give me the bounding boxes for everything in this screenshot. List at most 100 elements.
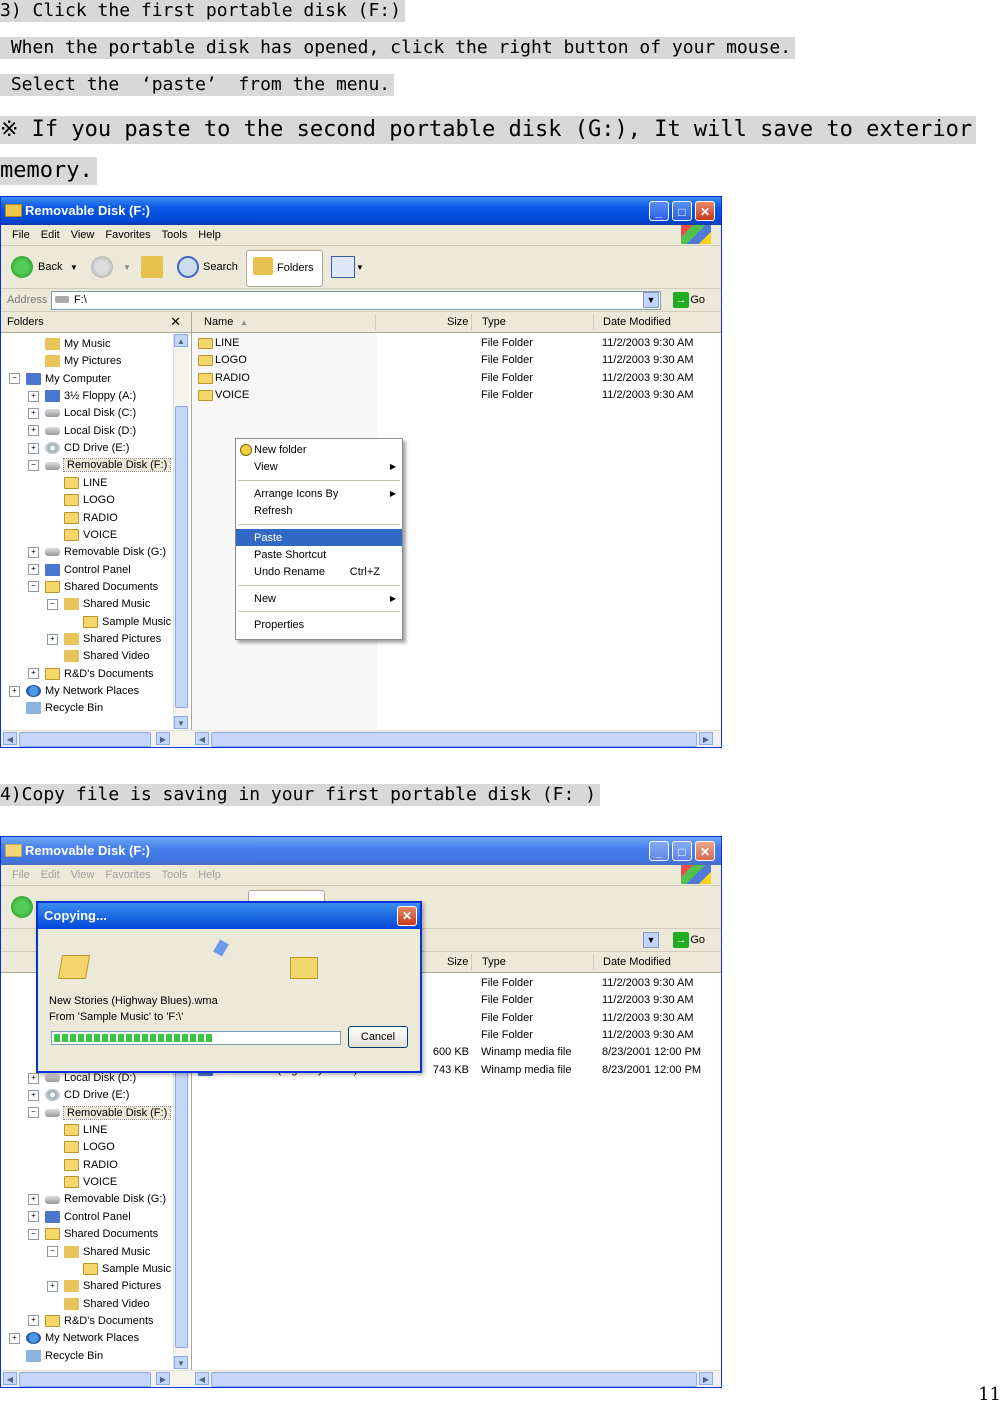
scroll-left-icon[interactable]: ◀ bbox=[195, 1372, 209, 1385]
menu-item-refresh[interactable]: Refresh bbox=[236, 502, 402, 519]
menu-tools[interactable]: Tools bbox=[162, 869, 188, 881]
column-date-modified[interactable]: Date Modified bbox=[603, 956, 671, 968]
menu-item-paste[interactable]: Paste bbox=[236, 528, 402, 546]
tree-item[interactable]: + Removable Disk (G:) bbox=[28, 1193, 166, 1210]
tree-item[interactable]: + Local Disk (D:) bbox=[28, 425, 136, 442]
address-dropdown-icon[interactable]: ▼ bbox=[643, 292, 659, 308]
maximize-button[interactable]: □ bbox=[672, 841, 692, 861]
scroll-thumb[interactable] bbox=[175, 406, 188, 708]
tree-item[interactable]: VOICE bbox=[47, 1176, 117, 1193]
expand-icon[interactable]: + bbox=[9, 685, 20, 697]
scroll-thumb[interactable] bbox=[175, 1046, 188, 1348]
collapse-icon[interactable]: − bbox=[28, 460, 39, 472]
expand-icon[interactable]: + bbox=[28, 1089, 39, 1101]
collapse-icon[interactable]: − bbox=[28, 1228, 39, 1240]
expand-icon[interactable]: + bbox=[28, 1072, 39, 1084]
go-button[interactable]: Go bbox=[690, 934, 705, 946]
tree-item[interactable]: + Local Disk (D:) bbox=[28, 1072, 136, 1089]
menu-item-paste-shortcut[interactable]: Paste Shortcut bbox=[236, 546, 402, 563]
tree-item[interactable]: + R&D's Documents bbox=[28, 1315, 154, 1332]
dialog-close-button[interactable]: ✕ bbox=[397, 906, 417, 926]
folders-button[interactable]: Folders bbox=[246, 250, 323, 287]
expand-icon[interactable]: + bbox=[28, 425, 39, 437]
file-row[interactable]: VOICE File Folder 11/2/2003 9:30 AM bbox=[192, 387, 721, 404]
expand-icon[interactable]: + bbox=[28, 546, 39, 558]
tree-item[interactable]: LOGO bbox=[47, 494, 115, 511]
menu-help[interactable]: Help bbox=[198, 229, 221, 241]
tree-item[interactable]: Recycle Bin bbox=[9, 702, 103, 719]
minimize-button[interactable]: _ bbox=[649, 201, 669, 221]
go-button[interactable]: Go bbox=[690, 294, 705, 306]
views-icon[interactable] bbox=[331, 256, 355, 278]
file-row[interactable]: RADIO File Folder 11/2/2003 9:30 AM bbox=[192, 370, 721, 387]
file-row[interactable]: LINE File Folder 11/2/2003 9:30 AM bbox=[192, 335, 721, 352]
scroll-thumb[interactable] bbox=[19, 732, 151, 747]
scroll-right-icon[interactable]: ▶ bbox=[156, 732, 170, 745]
minimize-button[interactable]: _ bbox=[649, 841, 669, 861]
tree-item[interactable]: + CD Drive (E:) bbox=[28, 1089, 129, 1106]
menu-favorites[interactable]: Favorites bbox=[105, 869, 150, 881]
expand-icon[interactable]: + bbox=[47, 633, 58, 645]
tree-item[interactable]: Sample Music bbox=[66, 616, 171, 633]
scroll-right-icon[interactable]: ▶ bbox=[699, 1372, 713, 1385]
expand-icon[interactable]: + bbox=[9, 1332, 20, 1344]
tree-item[interactable]: + Control Panel bbox=[28, 564, 131, 581]
tree-item[interactable]: + Control Panel bbox=[28, 1211, 131, 1228]
collapse-icon[interactable]: − bbox=[28, 581, 39, 593]
scroll-left-icon[interactable]: ◀ bbox=[3, 732, 17, 745]
expand-icon[interactable]: + bbox=[28, 668, 39, 680]
collapse-icon[interactable]: − bbox=[28, 1107, 39, 1119]
back-dropdown-icon[interactable]: ▼ bbox=[70, 263, 78, 272]
column-date-modified[interactable]: Date Modified bbox=[603, 316, 671, 328]
tree-item[interactable]: + Local Disk (C:) bbox=[28, 407, 136, 424]
scroll-right-icon[interactable]: ▶ bbox=[699, 732, 713, 745]
tree-item[interactable]: Sample Music bbox=[66, 1263, 171, 1280]
tree-item[interactable]: RADIO bbox=[47, 1159, 118, 1176]
tree-item[interactable]: LINE bbox=[47, 1124, 107, 1141]
scroll-thumb[interactable] bbox=[211, 1372, 697, 1387]
tree-item[interactable]: Shared Video bbox=[47, 650, 149, 667]
tree-item[interactable]: − My Computer bbox=[9, 373, 111, 390]
close-button[interactable]: ✕ bbox=[695, 841, 715, 861]
go-arrow-icon[interactable]: → bbox=[673, 292, 689, 308]
column-size[interactable]: Size bbox=[447, 316, 468, 328]
horizontal-scrollbar[interactable]: ◀ ▶ ◀ ▶ bbox=[1, 730, 721, 747]
address-dropdown-icon[interactable]: ▼ bbox=[643, 932, 659, 948]
scroll-right-icon[interactable]: ▶ bbox=[156, 1372, 170, 1385]
tree-item[interactable]: + Shared Pictures bbox=[47, 633, 161, 650]
scroll-up-icon[interactable]: ▲ bbox=[174, 334, 188, 347]
views-dropdown-icon[interactable]: ▼ bbox=[356, 263, 364, 272]
tree-item[interactable]: My Music bbox=[28, 338, 110, 355]
back-arrow-icon[interactable] bbox=[11, 256, 33, 278]
tree-item[interactable]: − Removable Disk (F:) bbox=[28, 458, 172, 476]
column-name[interactable]: Name bbox=[204, 316, 233, 328]
menu-edit[interactable]: Edit bbox=[41, 229, 60, 241]
tree-item[interactable]: + My Network Places bbox=[9, 1332, 139, 1349]
scroll-left-icon[interactable]: ◀ bbox=[3, 1372, 17, 1385]
tree-item[interactable]: + R&D's Documents bbox=[28, 668, 154, 685]
column-type[interactable]: Type bbox=[482, 956, 506, 968]
tree-item[interactable]: − Shared Documents bbox=[28, 581, 158, 598]
scroll-thumb[interactable] bbox=[19, 1372, 151, 1387]
tree-item[interactable]: + CD Drive (E:) bbox=[28, 442, 129, 459]
menu-help[interactable]: Help bbox=[198, 869, 221, 881]
menu-favorites[interactable]: Favorites bbox=[105, 229, 150, 241]
expand-icon[interactable]: + bbox=[28, 1315, 39, 1327]
close-pane-icon[interactable]: ✕ bbox=[170, 314, 181, 330]
tree-item[interactable]: − Shared Music bbox=[47, 1246, 150, 1263]
expand-icon[interactable]: + bbox=[28, 564, 39, 576]
forward-arrow-icon[interactable] bbox=[91, 256, 113, 278]
menu-item-undo-rename[interactable]: Undo Rename Ctrl+Z bbox=[236, 563, 402, 580]
scroll-left-icon[interactable]: ◀ bbox=[195, 732, 209, 745]
expand-icon[interactable]: + bbox=[28, 407, 39, 419]
menu-item-properties[interactable]: Properties bbox=[236, 616, 402, 633]
tree-item[interactable]: + Removable Disk (G:) bbox=[28, 546, 166, 563]
tree-item[interactable]: − Shared Music bbox=[47, 598, 150, 615]
cancel-button[interactable]: Cancel bbox=[348, 1026, 408, 1048]
menu-view[interactable]: View bbox=[71, 869, 95, 881]
tree-item[interactable]: − Shared Documents bbox=[28, 1228, 158, 1245]
back-arrow-icon[interactable] bbox=[11, 896, 33, 918]
collapse-icon[interactable]: − bbox=[9, 373, 20, 385]
tree-item[interactable]: − Removable Disk (F:) bbox=[28, 1105, 172, 1124]
tree-item[interactable]: +3½ Floppy (A:) bbox=[28, 390, 136, 407]
